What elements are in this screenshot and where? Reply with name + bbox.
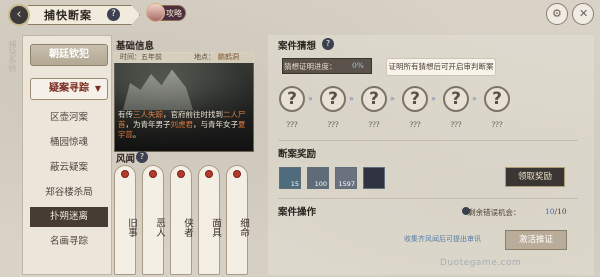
- rumor-card[interactable]: 细命: [226, 165, 249, 275]
- case-ops-title: 案件操作: [278, 207, 317, 218]
- avatar: [146, 3, 165, 22]
- help-icon[interactable]: ?: [136, 151, 148, 163]
- settings-button[interactable]: ⚙: [546, 3, 568, 25]
- arrow-right-icon: »: [472, 94, 477, 103]
- place-value: 鹏鹤洞: [218, 53, 239, 61]
- rumor-card-label: 旧事: [126, 218, 137, 237]
- guess-node[interactable]: ?: [361, 86, 387, 112]
- rumor-card-label: 面具: [210, 218, 221, 237]
- guess-node-caption: ???: [368, 121, 380, 129]
- guess-node[interactable]: ?: [320, 86, 346, 112]
- rumor-card-label: 恶人: [154, 218, 165, 237]
- category-tab-2[interactable]: 疑案寻踪 ▼: [30, 78, 108, 100]
- top-bar: ‹ 捕快断案 ? 攻略: [0, 0, 600, 30]
- claim-reward-button[interactable]: 领取奖励: [505, 167, 565, 187]
- back-button[interactable]: ‹: [8, 4, 30, 26]
- reward-count: 100: [314, 180, 327, 188]
- time-strip: 时间：五年前 地点： 鹏鹤洞: [114, 52, 254, 63]
- close-button[interactable]: ✕: [572, 3, 594, 25]
- gear-icon: ⚙: [552, 7, 562, 20]
- rumor-seal-icon: [121, 170, 129, 178]
- arrow-right-icon: »: [349, 94, 354, 103]
- reward-count: 1597: [338, 180, 355, 188]
- remain-total: /10: [554, 207, 567, 216]
- guess-node-caption: ???: [409, 121, 421, 129]
- case-item-1[interactable]: 区壶河案: [30, 108, 108, 128]
- guess-node[interactable]: ?: [402, 86, 428, 112]
- caret-down-icon: ▼: [94, 84, 101, 93]
- guess-node-caption: ???: [286, 121, 298, 129]
- side-decor-text: 捕快系统: [8, 40, 17, 72]
- remain-value: 10/10: [545, 207, 567, 216]
- page-title: 捕快断案: [44, 9, 92, 22]
- case-guess-title: 案件猜想: [278, 41, 317, 52]
- story-highlight: 三人失踪: [133, 110, 163, 119]
- rumor-card[interactable]: 面具: [198, 165, 221, 275]
- guess-node[interactable]: ?: [443, 86, 469, 112]
- rumor-seal-icon: [205, 170, 213, 178]
- close-icon: ✕: [579, 7, 589, 20]
- box-icon[interactable]: [363, 167, 385, 189]
- chevron-left-icon: ‹: [16, 7, 22, 22]
- guess-node[interactable]: ?: [484, 86, 510, 112]
- remain-label: 剩余错误机会：: [468, 208, 521, 217]
- case-item-6[interactable]: 名画寻踪: [30, 232, 108, 252]
- category-tab-1[interactable]: 朝廷钦犯: [30, 44, 108, 66]
- help-icon[interactable]: ?: [107, 8, 120, 21]
- guess-node[interactable]: ?: [279, 86, 305, 112]
- story-segment: ，官府前往时找到: [163, 110, 223, 119]
- guess-node-caption: ???: [450, 121, 462, 129]
- arrow-right-icon: »: [390, 94, 395, 103]
- category-label: 疑案寻踪: [49, 83, 89, 94]
- case-item-2[interactable]: 桶园惊魂: [30, 133, 108, 153]
- coin-icon[interactable]: 1597: [335, 167, 357, 189]
- story-highlight: 刘虎君: [170, 120, 194, 129]
- tip-bubble: 证明所有猜想后可开启审判断案: [386, 58, 496, 76]
- arrow-right-icon: »: [308, 94, 313, 103]
- rumor-card[interactable]: 旧事: [114, 165, 137, 275]
- watermark: Duotegame.com: [440, 258, 522, 268]
- story-segment: 有传: [118, 110, 133, 119]
- guide-label: 攻略: [166, 9, 182, 18]
- rumor-seal-icon: [149, 170, 157, 178]
- story-text: 有传三人失踪，官府前往时找到二人尸首，为青年男子刘虎君，与青年女子夏宇蕊。: [118, 110, 250, 140]
- arrow-right-icon: »: [431, 94, 436, 103]
- progress-label: 猜想证明进度：: [284, 62, 337, 71]
- reward-count: 15: [290, 180, 299, 188]
- rumor-card[interactable]: 侠者: [170, 165, 193, 275]
- case-item-5-selected[interactable]: 扑朔迷离: [30, 207, 108, 227]
- rewards-title: 断案奖励: [278, 149, 317, 160]
- token-icon[interactable]: 15: [279, 167, 301, 189]
- case-item-4[interactable]: 郑谷楼杀局: [30, 183, 108, 203]
- help-icon[interactable]: ?: [322, 38, 334, 50]
- rumor-card-label: 细命: [238, 218, 249, 237]
- remain-count: 10: [545, 207, 555, 216]
- rumor-seal-icon: [177, 170, 185, 178]
- story-segment: ，为青年男子: [125, 120, 171, 129]
- submit-inference-button[interactable]: 激活推证: [505, 230, 567, 250]
- case-item-3[interactable]: 蔽云疑案: [30, 158, 108, 178]
- collect-hint: 收集齐风闻后可提出审讯: [404, 235, 481, 243]
- time-label: 时间：五年前: [120, 53, 162, 61]
- guess-node-caption: ???: [327, 121, 339, 129]
- place-label: 地点：: [194, 53, 215, 61]
- rumor-card-label: 侠者: [182, 218, 193, 237]
- progress-value: 0%: [352, 61, 364, 70]
- basic-info-title: 基础信息: [116, 41, 155, 52]
- guess-node-caption: ???: [491, 121, 503, 129]
- rumors-title: 风闻: [116, 154, 136, 165]
- rumor-card[interactable]: 恶人: [142, 165, 165, 275]
- story-segment: 。: [133, 130, 141, 139]
- story-segment: ，与青年女子: [193, 120, 238, 129]
- divider: [278, 198, 578, 199]
- rumor-seal-icon: [233, 170, 241, 178]
- divider: [278, 140, 578, 141]
- silver-icon[interactable]: 100: [307, 167, 329, 189]
- category-label: 朝廷钦犯: [49, 49, 89, 60]
